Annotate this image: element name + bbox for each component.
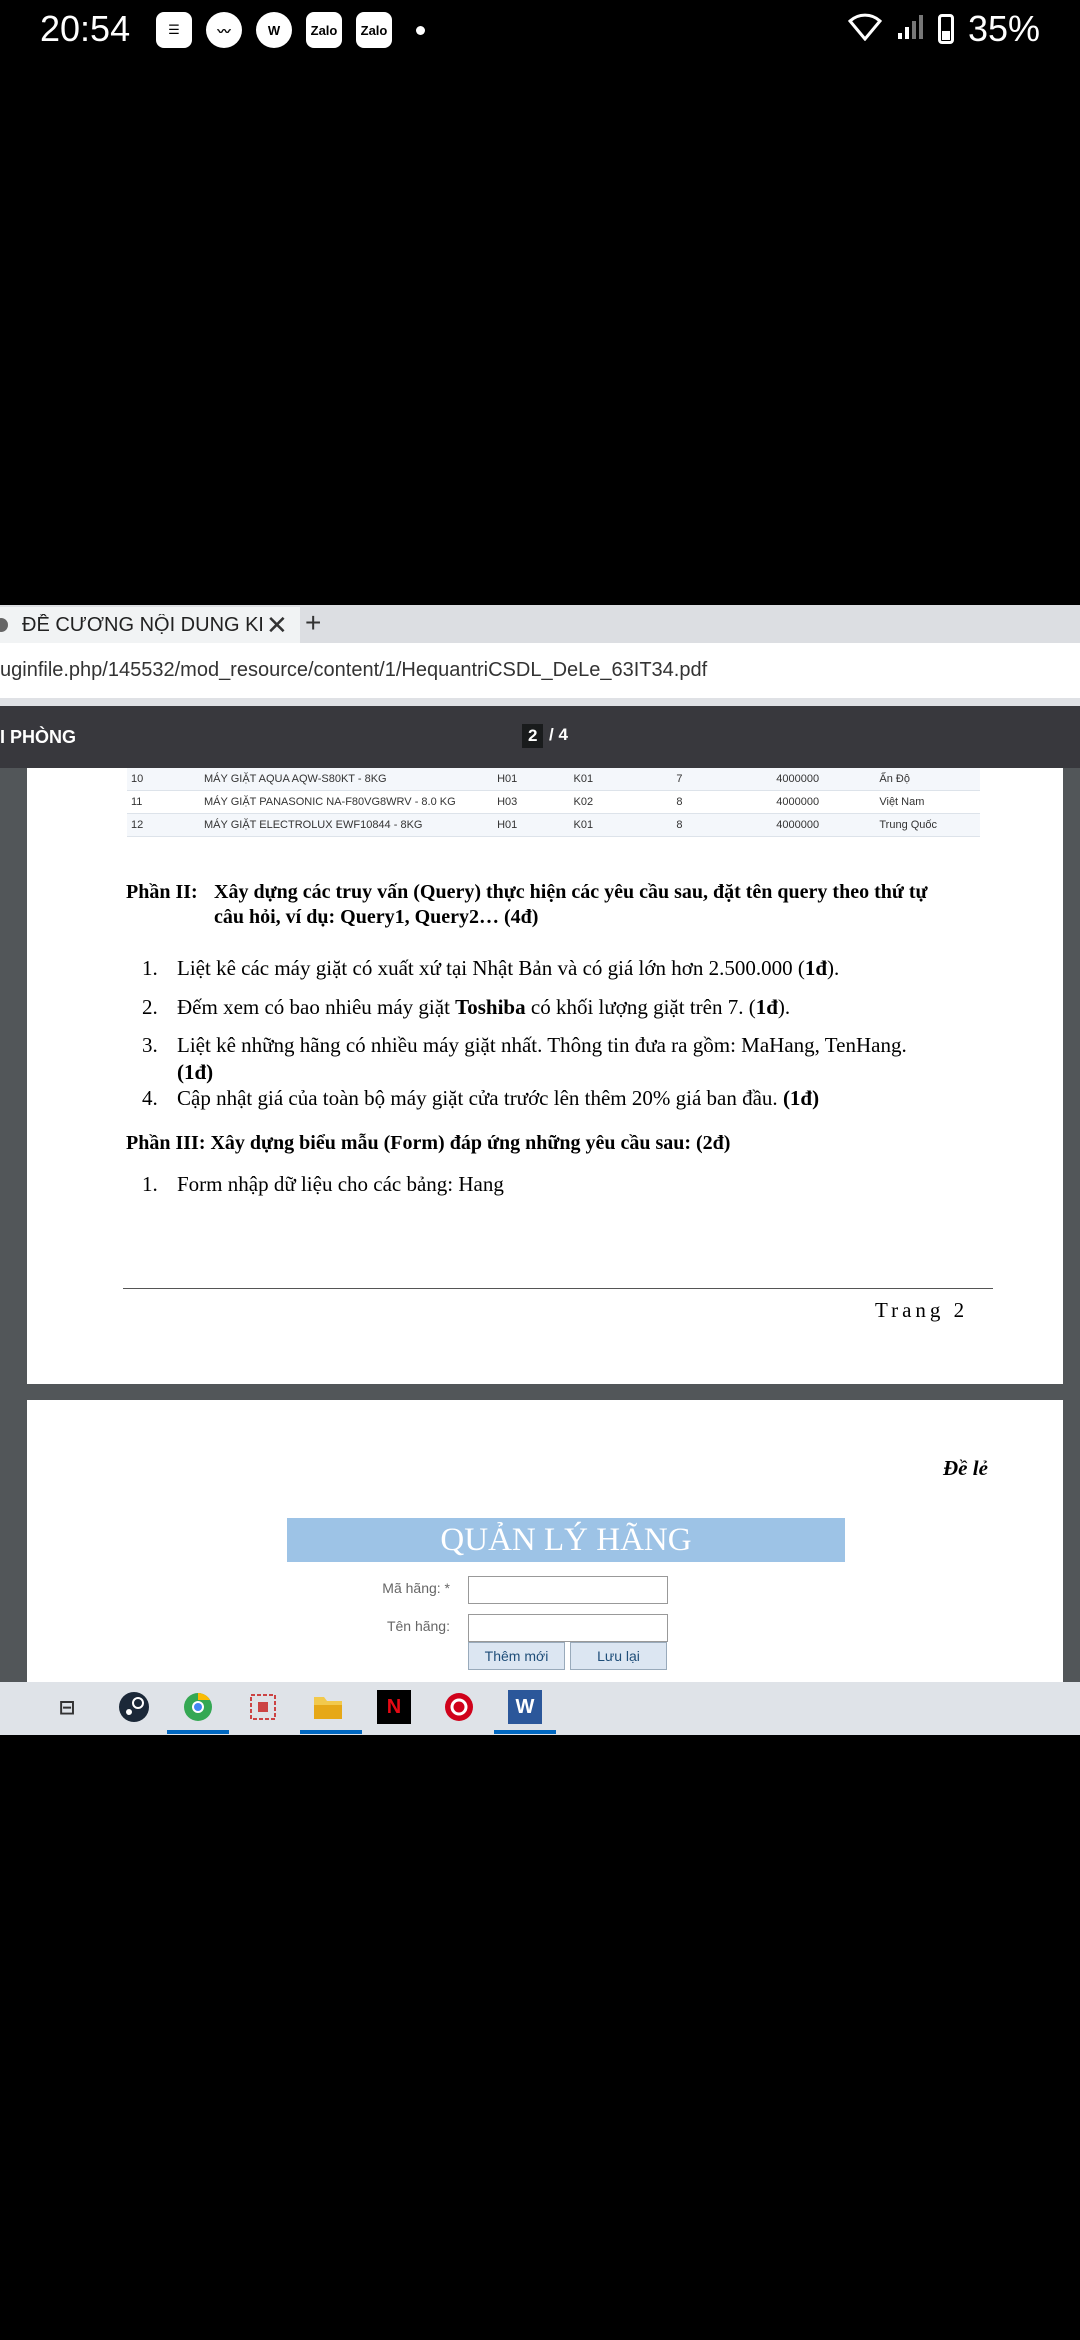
messenger-icon: 〰: [206, 12, 242, 48]
add-button: Thêm mới: [468, 1642, 565, 1670]
save-button: Lưu lại: [570, 1642, 667, 1670]
notification-icons: ☰ 〰 W Zalo Zalo: [156, 12, 425, 48]
table-cell: K01: [569, 768, 673, 791]
address-bar[interactable]: uginfile.php/145532/mod_resource/content…: [0, 643, 1080, 698]
table-cell: MÁY GIẶT AQUA AQW-S80KT - 8KG: [200, 768, 494, 791]
active-indicator: [167, 1730, 229, 1734]
list-item: 2. Đếm xem có bao nhiêu máy giặt Toshiba …: [142, 995, 791, 1019]
table-row: 11 MÁY GIẶT PANASONIC NA-F80VG8WRV - 8.0 …: [127, 790, 980, 814]
garena-icon[interactable]: [442, 1690, 476, 1724]
part2-heading: Phần II: Xây dựng các truy vấn (Query) th…: [126, 881, 928, 903]
active-indicator: [494, 1730, 556, 1734]
battery-icon: [937, 14, 954, 44]
table-cell: K02: [569, 790, 673, 814]
w-icon: W: [256, 12, 292, 48]
list-item: 4. Cập nhật giá của toàn bộ máy giặt cửa …: [142, 1086, 820, 1110]
data-table: 10 MÁY GIẶT AQUA AQW-S80KT - 8KG H01 K01 7 40…: [127, 768, 980, 837]
news-icon: ☰: [156, 12, 192, 48]
wifi-icon: [847, 8, 882, 50]
steam-icon[interactable]: [117, 1690, 151, 1724]
list-item: 1. Liệt kê các máy giặt có xuất xứ tại Nh…: [142, 956, 840, 980]
table-cell: 4000000: [772, 790, 876, 814]
mahang-label: Mã hãng: *: [382, 1580, 450, 1596]
tenhang-field: [468, 1614, 668, 1642]
table-row: 10 MÁY GIẶT AQUA AQW-S80KT - 8KG H01 K01 7 40…: [127, 768, 980, 791]
zalo-icon: Zalo: [306, 12, 342, 48]
tab-strip: ĐỀ CƯƠNG NỘI DUNG KHÓA ✕ +: [0, 605, 1080, 643]
status-bar: 20:54 ☰ 〰 W Zalo Zalo 35%: [0, 0, 1080, 62]
table-cell: Trung Quốc: [875, 813, 980, 837]
battery-percent: 35%: [967, 8, 1040, 49]
table-cell: 4000000: [772, 813, 876, 837]
table-cell: H03: [493, 790, 570, 814]
page-total: / 4: [549, 725, 568, 744]
status-time: 20:54: [40, 8, 131, 49]
part2-title-line2: câu hỏi, ví dụ: Query1, Query2… (4đ): [214, 906, 539, 928]
netflix-icon[interactable]: N: [377, 1690, 411, 1724]
table-row: 12 MÁY GIẶT ELECTROLUX EWF10844 - 8KG H01 K…: [127, 813, 980, 837]
snipping-icon[interactable]: [246, 1690, 280, 1724]
page-footer: Trang 2: [875, 1298, 969, 1322]
more-notifications-dot: [416, 25, 425, 35]
part3-heading: Phần III: Xây dựng biểu mẫu (Form) đáp ứ…: [126, 1132, 731, 1154]
chrome-icon[interactable]: [181, 1690, 215, 1724]
table-cell: 4000000: [772, 768, 876, 791]
remote-desktop-window: ĐỀ CƯƠNG NỘI DUNG KHÓA ✕ + uginfile.php/…: [0, 605, 1080, 1735]
zalo-icon: Zalo: [356, 12, 392, 48]
word-icon[interactable]: W: [508, 1690, 542, 1724]
close-tab-icon[interactable]: ✕: [266, 610, 288, 641]
pdf-canvas[interactable]: 10 MÁY GIẶT AQUA AQW-S80KT - 8KG H01 K01 7 40…: [0, 768, 1080, 1688]
signal-icon: [896, 8, 924, 50]
table-cell: 10: [127, 768, 201, 791]
pdf-page: 10 MÁY GIẶT AQUA AQW-S80KT - 8KG H01 K01 7 40…: [27, 768, 1063, 1384]
tab-title: ĐỀ CƯƠNG NỘI DUNG KHÓA: [22, 613, 262, 636]
table-cell: 12: [127, 813, 201, 837]
file-explorer-icon[interactable]: [311, 1690, 345, 1724]
status-right: 35%: [847, 8, 1040, 50]
tenhang-label: Tên hãng:: [386, 1618, 450, 1634]
list-item: 3. Liệt kê những hãng có nhiều máy giặt n…: [142, 1033, 907, 1084]
table-cell: MÁY GIẶT PANASONIC NA-F80VG8WRV - 8.0 KG: [200, 790, 494, 814]
list-item: 1. Form nhập dữ liệu cho các bảng: Hang: [142, 1172, 504, 1196]
table-cell: H01: [493, 768, 570, 791]
table-cell: 8: [672, 813, 773, 837]
table-cell: 8: [672, 790, 773, 814]
pdf-title: I PHÒNG: [0, 727, 77, 747]
exam-variant-label: Đề lẻ: [943, 1456, 988, 1480]
browser-tab[interactable]: ĐỀ CƯƠNG NỘI DUNG KHÓA ✕: [0, 607, 300, 643]
favicon-icon: [0, 618, 8, 632]
table-cell: H01: [493, 813, 570, 837]
table-cell: MÁY GIẶT ELECTROLUX EWF10844 - 8KG: [200, 813, 494, 837]
footer-divider: [123, 1288, 993, 1289]
part2-title: Xây dựng các truy vấn (Query) thực hiện …: [214, 881, 928, 903]
active-indicator: [300, 1730, 362, 1734]
table-cell: K01: [569, 813, 673, 837]
pdf-toolbar: I PHÒNG 2 / 4: [0, 706, 1080, 768]
mahang-field: [468, 1576, 668, 1604]
task-view-icon[interactable]: ⊟: [50, 1690, 84, 1724]
table-cell: 11: [127, 790, 201, 814]
table-cell: Việt Nam: [875, 790, 980, 814]
table-cell: 7: [672, 768, 773, 791]
pdf-page-2: Đề lẻ QUẢN LÝ HÃNG Mã hãng: * Tên hãng: …: [27, 1400, 1063, 1688]
new-tab-icon[interactable]: +: [305, 607, 321, 639]
taskbar: ⊟ N W: [0, 1682, 1080, 1735]
page-number-input[interactable]: 2: [522, 724, 544, 748]
table-cell: Ấn Độ: [875, 768, 980, 791]
form-title-banner: QUẢN LÝ HÃNG: [287, 1518, 845, 1562]
